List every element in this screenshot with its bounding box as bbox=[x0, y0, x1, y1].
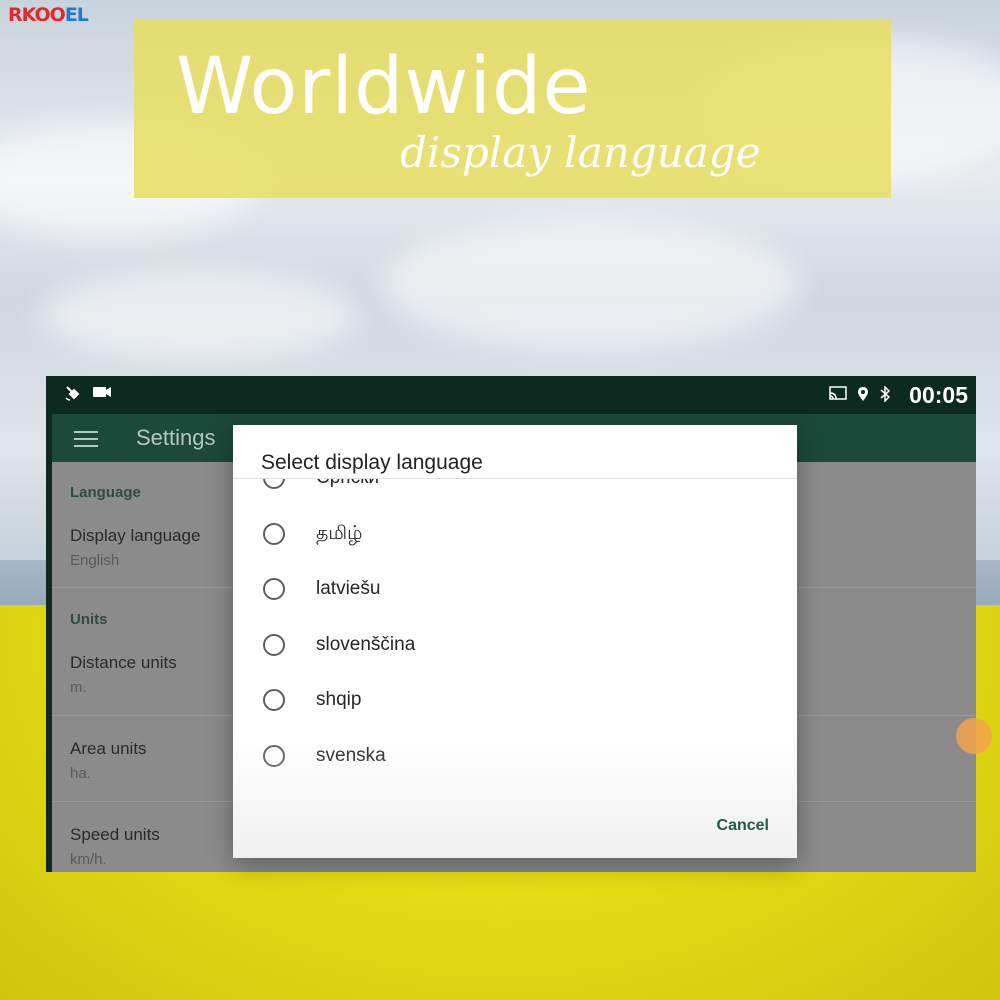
bluetooth-icon bbox=[879, 385, 891, 405]
area-units-value: ha. bbox=[70, 765, 91, 782]
status-bar: 00:05 bbox=[46, 376, 976, 414]
satellite-icon bbox=[64, 384, 82, 407]
scroll-fade bbox=[233, 735, 797, 858]
radio-button[interactable] bbox=[263, 479, 285, 489]
cast-icon bbox=[829, 386, 847, 405]
language-option-label: shqip bbox=[316, 689, 362, 710]
language-option-label: latviešu bbox=[316, 578, 381, 599]
brand-logo: RKOOEL bbox=[8, 4, 89, 26]
radio-button[interactable] bbox=[263, 634, 285, 656]
banner-title: Worldwide bbox=[176, 42, 592, 132]
language-option[interactable]: shqip bbox=[233, 672, 797, 728]
speed-units-value: km/h. bbox=[70, 851, 107, 868]
language-option-label: தமிழ் bbox=[316, 523, 363, 544]
hamburger-menu-icon[interactable] bbox=[74, 426, 98, 450]
language-option-label: slovenščina bbox=[316, 634, 416, 655]
display-language-value: English bbox=[70, 552, 120, 569]
section-header-language: Language bbox=[70, 484, 141, 501]
language-option[interactable]: latviešu bbox=[233, 561, 797, 617]
floating-button[interactable] bbox=[956, 718, 992, 754]
dialog-title: Select display language bbox=[261, 451, 483, 474]
headline-banner: Worldwide display language bbox=[134, 20, 891, 198]
radio-button[interactable] bbox=[263, 689, 285, 711]
camera-icon bbox=[92, 384, 112, 407]
language-option-label: Српски bbox=[316, 479, 379, 489]
cloud bbox=[380, 220, 800, 350]
distance-units-setting[interactable]: Distance units bbox=[70, 653, 177, 673]
language-option[interactable]: slovenščina bbox=[233, 617, 797, 673]
distance-units-value: m. bbox=[70, 679, 87, 696]
cloud bbox=[40, 270, 360, 360]
page-title: Settings bbox=[136, 425, 216, 450]
cancel-button[interactable]: Cancel bbox=[717, 817, 769, 835]
location-icon bbox=[857, 386, 869, 405]
radio-button[interactable] bbox=[263, 578, 285, 600]
area-units-setting[interactable]: Area units bbox=[70, 739, 147, 759]
banner-subtitle: display language bbox=[400, 128, 761, 177]
language-dialog: Select display language Српски தமிழ் lat… bbox=[233, 425, 797, 858]
radio-button[interactable] bbox=[263, 523, 285, 545]
speed-units-setting[interactable]: Speed units bbox=[70, 825, 160, 845]
language-option[interactable]: தமிழ் bbox=[233, 506, 797, 562]
language-option[interactable]: Српски bbox=[233, 479, 797, 506]
status-clock: 00:05 bbox=[909, 382, 968, 408]
section-header-units: Units bbox=[70, 611, 108, 628]
display-language-setting[interactable]: Display language bbox=[70, 526, 200, 546]
